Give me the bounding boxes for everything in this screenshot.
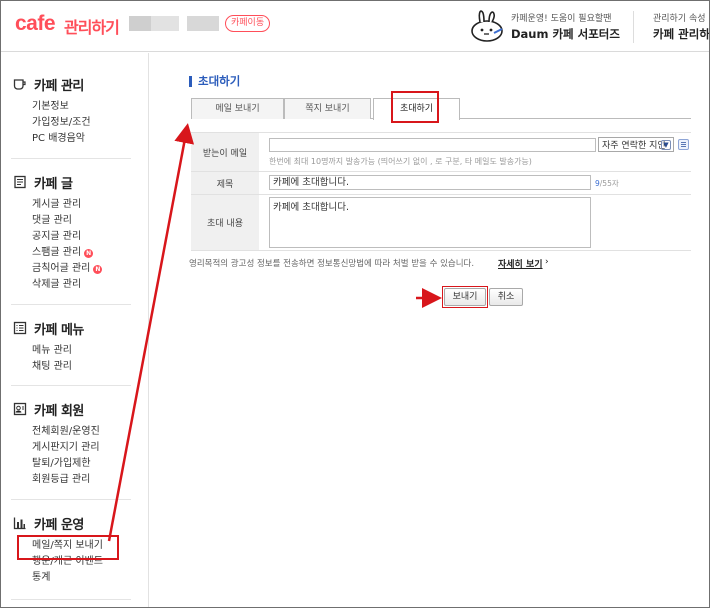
document-icon: [14, 175, 26, 189]
header-divider: [633, 11, 634, 43]
cafe-move-button[interactable]: 카페이동: [225, 15, 271, 32]
recipient-email-input[interactable]: [269, 138, 596, 152]
chevron-right-icon: ›: [545, 257, 549, 267]
bar-chart-icon: [13, 517, 26, 530]
annotation-highlight-send-button: [442, 286, 488, 308]
rabbit-icon[interactable]: [467, 7, 507, 43]
tab-send-mail[interactable]: 메일 보내기: [191, 98, 284, 119]
sidebar-item-bgm[interactable]: PC 배경음악: [32, 131, 131, 147]
title-bar: [189, 75, 192, 87]
recipient-label: 받는이 메일: [191, 133, 259, 171]
sidebar-item-withdraw[interactable]: 탈퇴/가입제한: [32, 456, 131, 472]
blurred-cafe-name: [129, 16, 151, 31]
section-title[interactable]: 카페 회원: [13, 398, 131, 420]
sidebar-divider: [11, 385, 131, 386]
new-badge: N: [93, 264, 103, 274]
sidebar-divider: [11, 599, 131, 600]
details-link[interactable]: 자세히 보기: [498, 257, 543, 270]
sidebar-item-deleted[interactable]: 삭제글 관리: [32, 277, 131, 293]
address-book-icon[interactable]: [678, 139, 689, 150]
recipient-hint: 한번에 최대 10명까지 발송가능 (띄어쓰기 없이 , 로 구분, 타 메일도…: [269, 157, 532, 166]
body-row: 초대 내용 카페에 초대합니다.: [191, 195, 691, 250]
sidebar-item-all-members[interactable]: 전체회원/운영진: [32, 424, 131, 440]
form-divider: [191, 250, 691, 251]
sidebar-divider: [11, 499, 131, 500]
sidebar-item-member-grade[interactable]: 회원등급 관리: [32, 472, 131, 488]
annotation-highlight-sidebar-item: [17, 535, 119, 560]
sidebar-section-cafe-manage: 카페 관리 기본정보 가입정보/조건 PC 배경음악: [13, 73, 131, 147]
tab-send-message[interactable]: 쪽지 보내기: [284, 98, 371, 119]
sidebar-item-notices[interactable]: 공지글 관리: [32, 229, 131, 245]
blurred-cafe-name: [187, 16, 219, 31]
app-window: cafe 관리하기 카페이동 카페운영! 도움이 필요할땐 Daum 카페 서포…: [0, 0, 710, 608]
sidebar-section-cafe-posts: 카페 글 게시글 관리 댓글 관리 공지글 관리 스팸글 관리 N 금칙어글 관리…: [13, 171, 131, 293]
support-link[interactable]: Daum 카페 서포터즈: [511, 26, 620, 42]
manager-link[interactable]: 카페 관리하: [653, 26, 709, 42]
page-title: 초대하기: [189, 73, 240, 89]
sidebar-divider: [11, 158, 131, 159]
chevron-down-icon: ▼: [661, 140, 671, 150]
tab-bar: 메일 보내기 쪽지 보내기 초대하기: [191, 97, 691, 120]
sidebar-divider: [11, 304, 131, 305]
subject-char-counter: 9/55자: [595, 179, 619, 188]
sidebar-item-posts[interactable]: 게시글 관리: [32, 197, 131, 213]
sidebar-section-cafe-menu: 카페 메뉴 메뉴 관리 채팅 관리: [13, 317, 131, 375]
cancel-button[interactable]: 취소: [489, 288, 523, 306]
cafe-logo[interactable]: cafe: [15, 12, 56, 36]
new-badge: N: [84, 248, 94, 258]
invite-body-textarea[interactable]: 카페에 초대합니다.: [269, 197, 591, 248]
recipient-row: 받는이 메일 자주 연락한 지인 ▼ 한번에 최대 10명까지 발송가능 (띄어…: [191, 133, 691, 171]
sidebar-item-comments[interactable]: 댓글 관리: [32, 213, 131, 229]
sidebar-item-spam[interactable]: 스팸글 관리 N: [32, 245, 131, 261]
subject-label: 제목: [191, 172, 259, 194]
sidebar-item-basic-info[interactable]: 기본정보: [32, 99, 131, 115]
body-label: 초대 내용: [191, 195, 259, 250]
menu-list-icon: [13, 321, 27, 335]
top-header: cafe 관리하기 카페이동 카페운영! 도움이 필요할땐 Daum 카페 서포…: [1, 1, 709, 52]
member-card-icon: [13, 402, 27, 416]
manager-caption: 관리하기 속성: [653, 14, 706, 24]
sidebar-item-banned-words[interactable]: 금칙어글 관리 N: [32, 261, 131, 277]
sidebar-section-cafe-members: 카페 회원 전체회원/운영진 게시판지기 관리 탈퇴/가입제한 회원등급 관리: [13, 398, 131, 488]
support-caption: 카페운영! 도움이 필요할땐: [511, 14, 612, 24]
blurred-cafe-name: [151, 16, 179, 31]
logo-subtitle[interactable]: 관리하기: [64, 14, 120, 38]
annotation-highlight-invite-tab: [391, 91, 439, 123]
sidebar-item-stats[interactable]: 통계: [32, 570, 131, 586]
section-title[interactable]: 카페 관리: [13, 73, 131, 95]
legal-notice: 영리목적의 광고성 정보를 전송하면 정보통신망법에 따라 처벌 받을 수 있습…: [189, 259, 475, 269]
sidebar-item-chat[interactable]: 채팅 관리: [32, 359, 131, 375]
sidebar-item-board-keeper[interactable]: 게시판지기 관리: [32, 440, 131, 456]
cup-icon: [13, 79, 26, 90]
frequent-contacts-select[interactable]: 자주 연락한 지인 ▼: [598, 137, 674, 152]
section-title[interactable]: 카페 메뉴: [13, 317, 131, 339]
subject-row: 제목 카페에 초대합니다. 9/55자: [191, 172, 691, 194]
subject-input[interactable]: 카페에 초대합니다.: [269, 175, 591, 190]
section-title[interactable]: 카페 운영: [13, 512, 131, 534]
sidebar-item-menu[interactable]: 메뉴 관리: [32, 343, 131, 359]
sidebar-item-join-info[interactable]: 가입정보/조건: [32, 115, 131, 131]
sidebar: 카페 관리 기본정보 가입정보/조건 PC 배경음악 카페 글 게시글 관리 댓…: [1, 53, 149, 607]
section-title[interactable]: 카페 글: [13, 171, 131, 193]
